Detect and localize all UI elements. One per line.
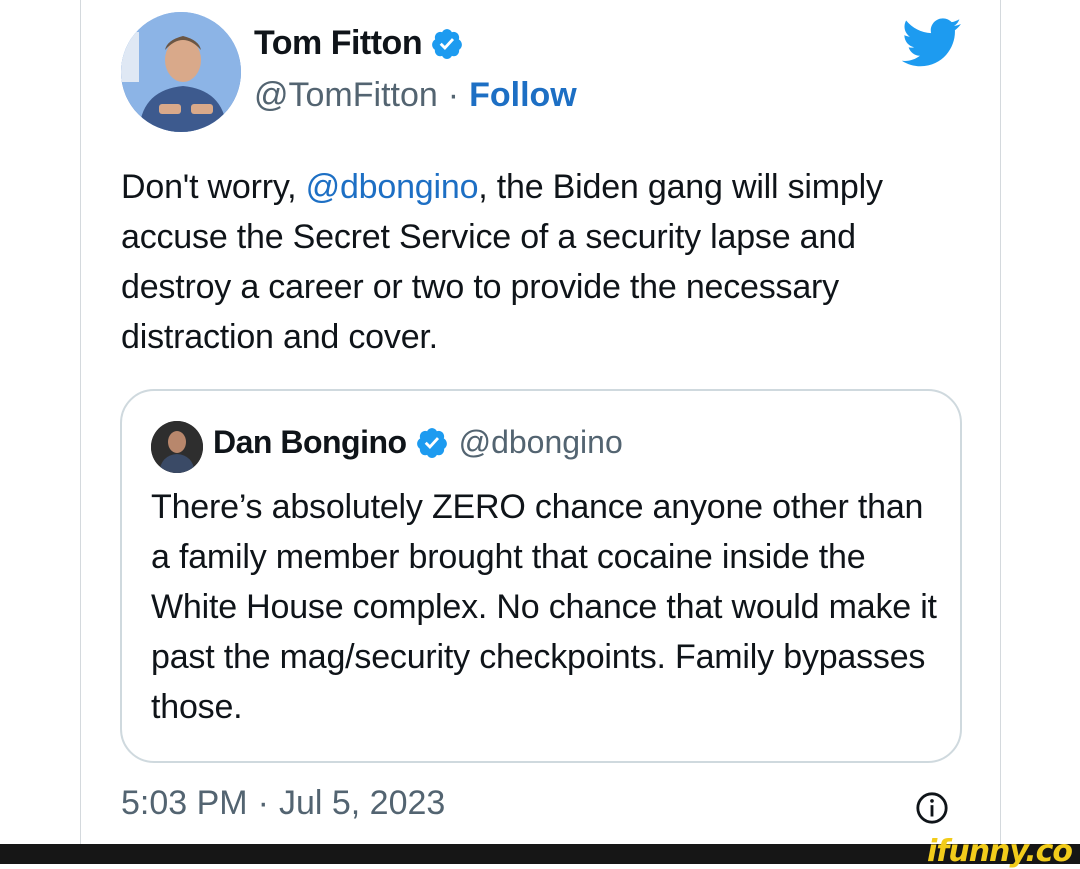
quoted-author-name[interactable]: Dan Bongino [213, 424, 407, 461]
author-handle-row: @TomFitton · Follow [254, 76, 577, 115]
tweet-timestamp[interactable]: 5:03 PM · Jul 5, 2023 [121, 784, 445, 823]
verified-badge-icon [432, 28, 462, 59]
author-name-row[interactable]: Tom Fitton [254, 24, 464, 63]
author-name[interactable]: Tom Fitton [254, 24, 423, 63]
separator-dot: · [257, 784, 269, 822]
info-icon[interactable] [915, 791, 949, 825]
verified-badge-icon [416, 427, 447, 458]
tweet-text-start: Don't worry, [121, 168, 306, 206]
author-handle[interactable]: @TomFitton [254, 76, 438, 115]
mention-link[interactable]: @dbongino [306, 168, 479, 206]
quoted-author-handle[interactable]: @dbongino [459, 424, 623, 461]
separator-dot: · [447, 76, 460, 114]
twitter-bird-icon[interactable] [902, 18, 962, 68]
quoted-tweet-text: There’s absolutely ZERO chance anyone ot… [151, 488, 937, 726]
watermark-bar [0, 844, 1080, 864]
author-avatar[interactable] [121, 12, 241, 132]
tweet-date: Jul 5, 2023 [278, 784, 446, 822]
quoted-author-row: Dan Bongino @dbongino [213, 424, 623, 461]
tweet-time: 5:03 PM [121, 784, 248, 822]
tweet-body: Don't worry, @dbongino, the Biden gang w… [121, 162, 971, 362]
follow-button[interactable]: Follow [469, 76, 577, 115]
quoted-author-avatar[interactable] [151, 421, 203, 473]
